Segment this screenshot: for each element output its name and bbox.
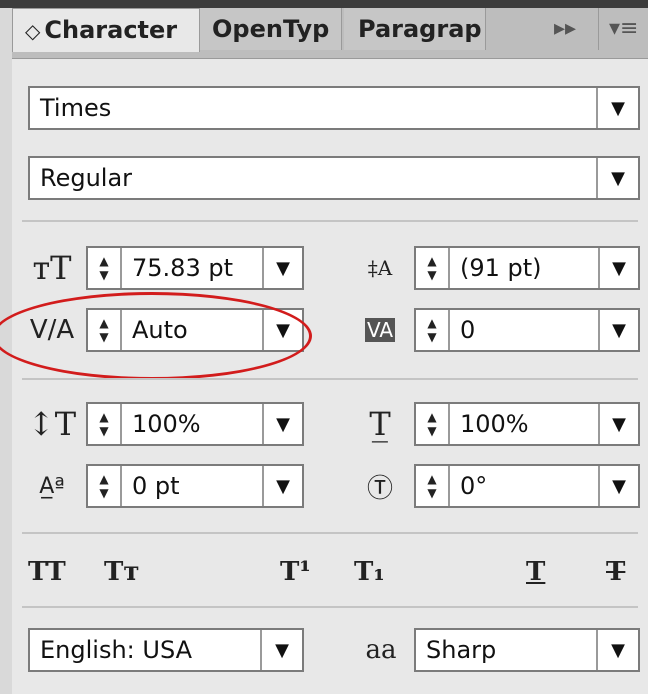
leading-value: (91 pt) [460,254,542,282]
section-divider [22,532,638,534]
tab-paragraph-label: Paragrap [358,15,482,43]
tracking-value: 0 [460,316,476,344]
leading-icon: ‡A [367,256,393,280]
strikethrough-button[interactable]: T [606,550,625,594]
stepper-icon[interactable]: ▲ ▼ [416,404,450,444]
chevron-down-icon[interactable]: ▼ [262,466,302,506]
stepper-icon[interactable]: ▲ ▼ [416,310,450,350]
chevron-down-icon[interactable]: ▼ [598,248,638,288]
vertical-scale-field[interactable]: ▲ ▼ 100% ▼ [86,402,304,446]
tab-opentype[interactable]: OpenTyp [200,8,342,50]
horizontal-scale-value: 100% [460,410,529,438]
stepper-icon[interactable]: ▲ ▼ [416,248,450,288]
horizontal-scale-field[interactable]: ▲ ▼ 100% ▼ [414,402,640,446]
chevron-down-icon[interactable]: ▼ [598,466,638,506]
kerning-value: Auto [132,316,188,344]
window-top-strip [0,0,648,8]
panel-menu-icon[interactable]: ▾≡ [598,8,644,50]
font-family-value: Times [40,94,112,122]
rotation-field[interactable]: ▲ ▼ 0° ▼ [414,464,640,508]
tab-opentype-label: OpenTyp [212,15,330,43]
baseline-shift-value: 0 pt [132,472,180,500]
font-size-field[interactable]: ▲ ▼ 75.83 pt ▼ [86,246,304,290]
chevron-down-icon[interactable]: ▼ [596,158,638,198]
chevron-down-icon[interactable]: ▼ [262,310,302,350]
chevron-down-icon[interactable]: ▼ [262,404,302,444]
underline-button[interactable]: T [526,550,545,594]
rotation-value: 0° [460,472,488,500]
section-divider [22,220,638,222]
chevron-down-icon[interactable]: ▼ [260,630,302,670]
baseline-shift-field[interactable]: ▲ ▼ 0 pt ▼ [86,464,304,508]
anti-aliasing-icon: aa [365,635,397,665]
horizontal-scale-icon: T̲ [369,405,391,443]
expand-panels-icon[interactable]: ▸▸ [554,8,584,50]
chevron-down-icon[interactable]: ▼ [596,630,638,670]
tab-character-label: Character [44,16,178,44]
vertical-scale-value: 100% [132,410,201,438]
font-size-value: 75.83 pt [132,254,233,282]
section-divider [22,378,638,380]
anti-aliasing-value: Sharp [426,636,497,664]
superscript-button[interactable]: T¹ [280,550,311,594]
font-size-icon: ᴛT [32,249,72,287]
character-rotation-icon: Ⓣ [366,473,393,504]
vertical-scale-icon: ↕T [27,405,77,443]
stepper-icon[interactable]: ▲ ▼ [88,404,122,444]
chevron-down-icon[interactable]: ▼ [598,404,638,444]
font-style-dropdown[interactable]: Regular ▼ [28,156,640,200]
all-caps-button[interactable]: TT [28,550,66,594]
section-divider [22,606,638,608]
chevron-down-icon[interactable]: ▼ [598,310,638,350]
kerning-icon: V/A [29,315,75,345]
tab-character[interactable]: ◇ Character [12,8,200,52]
subscript-button[interactable]: T₁ [354,550,385,594]
small-caps-button[interactable]: Tт [104,550,139,594]
stepper-icon[interactable]: ▲ ▼ [88,466,122,506]
stepper-icon[interactable]: ▲ ▼ [88,248,122,288]
baseline-shift-icon: A̲ª [39,473,65,499]
anti-aliasing-dropdown[interactable]: Sharp ▼ [414,628,640,672]
window-left-edge [0,8,12,694]
stepper-icon[interactable]: ▲ ▼ [416,466,450,506]
leading-field[interactable]: ▲ ▼ (91 pt) ▼ [414,246,640,290]
font-style-value: Regular [40,164,133,192]
tab-paragraph[interactable]: Paragrap [344,8,486,50]
tracking-field[interactable]: ▲ ▼ 0 ▼ [414,308,640,352]
language-value: English: USA [40,636,193,664]
updown-chevron-icon: ◇ [25,19,41,43]
chevron-down-icon[interactable]: ▼ [262,248,302,288]
font-family-dropdown[interactable]: Times ▼ [28,86,640,130]
language-dropdown[interactable]: English: USA ▼ [28,628,304,672]
kerning-field[interactable]: ▲ ▼ Auto ▼ [86,308,304,352]
character-panel-window: ◇ Character OpenTyp Paragrap ▸▸ ▾≡ Times … [0,0,648,694]
tracking-icon: VA [364,318,396,342]
chevron-down-icon[interactable]: ▼ [596,88,638,128]
stepper-icon[interactable]: ▲ ▼ [88,310,122,350]
